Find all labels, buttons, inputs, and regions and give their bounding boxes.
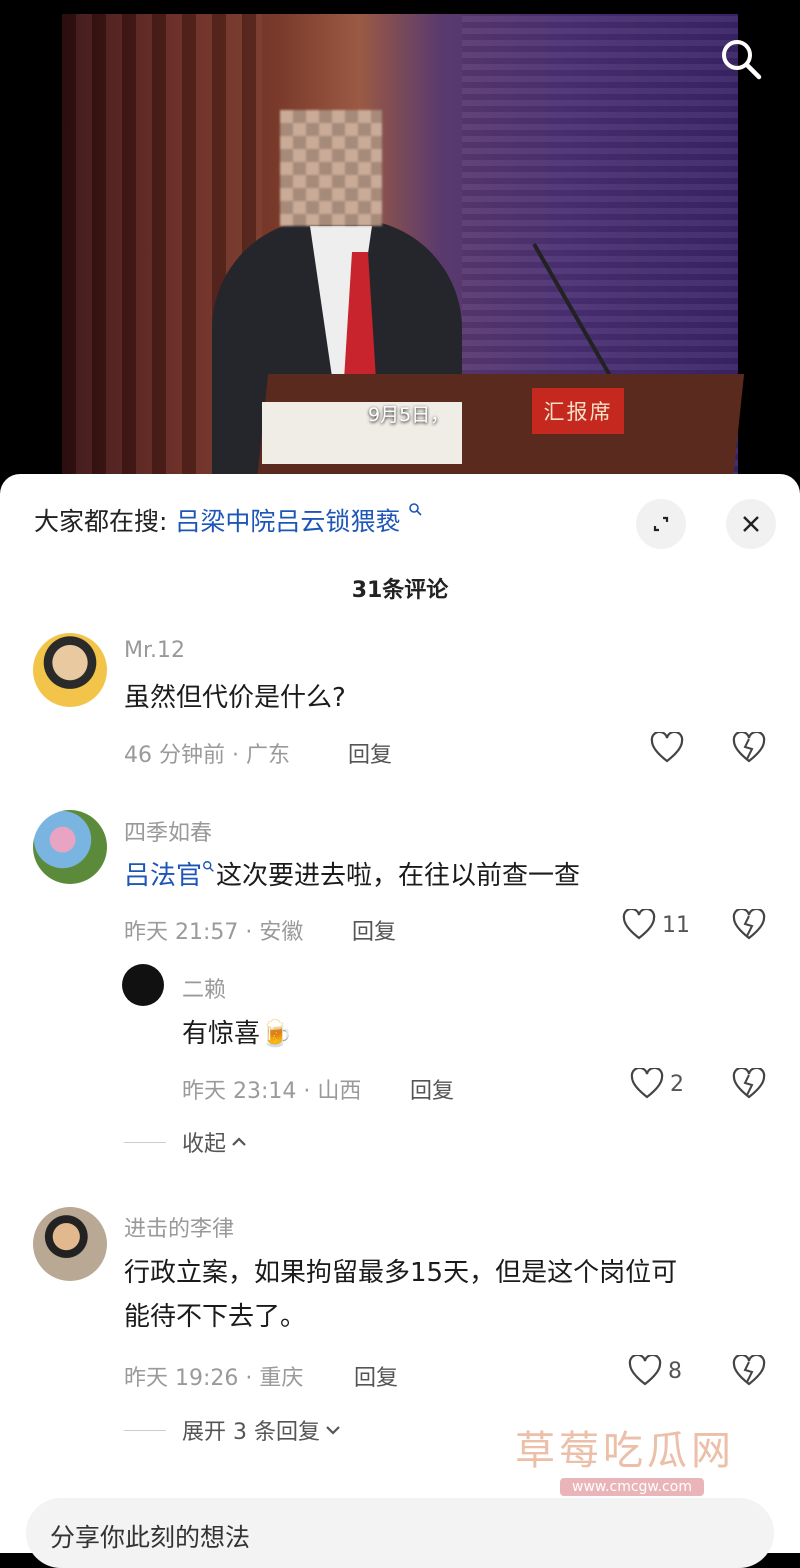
comment-username[interactable]: Mr.12 [124, 638, 185, 663]
video-caption: 9月5日， [368, 404, 450, 426]
comment-sheet: 大家都在搜: 吕梁中院吕云锁猥亵 31条评论 Mr.12 虽然但代价是什么? 4… [0, 474, 800, 1568]
dislike-button[interactable] [732, 1066, 766, 1104]
broken-heart-icon [732, 1353, 766, 1386]
like-count: 11 [662, 912, 690, 938]
broken-heart-icon [732, 730, 766, 763]
expand-button[interactable] [636, 499, 686, 549]
comment-username[interactable]: 四季如春 [124, 815, 212, 847]
collapse-replies-button[interactable]: 收起 [124, 1126, 248, 1158]
reply-button[interactable]: 回复 [352, 914, 396, 946]
search-small-icon [409, 503, 422, 516]
search-small-icon [203, 861, 214, 872]
search-icon [722, 40, 762, 80]
collapse-label: 收起 [182, 1132, 227, 1157]
like-count: 8 [668, 1358, 682, 1384]
mention-link[interactable]: 吕法官 [124, 861, 202, 891]
expand-icon [653, 516, 669, 532]
like-count: 2 [670, 1071, 684, 1097]
podium-sign: 汇报席 [532, 388, 624, 434]
comment-body: 这次要进去啦，在往以前查一查 [216, 861, 581, 891]
like-button[interactable]: 2 [630, 1068, 684, 1100]
comment-text: 虽然但代价是什么? [124, 683, 346, 713]
comment-input[interactable]: 分享你此刻的想法 [26, 1498, 774, 1568]
search-button[interactable] [716, 34, 766, 84]
comment-meta: 昨天 21:57 · 安徽 [124, 920, 304, 945]
heart-icon [630, 1068, 664, 1099]
divider [124, 1429, 166, 1431]
comment-input-placeholder: 分享你此刻的想法 [50, 1523, 251, 1552]
like-button[interactable] [650, 732, 690, 764]
reply-body: 有惊喜 [182, 1019, 261, 1049]
comment-count: 31条评论 [351, 578, 449, 603]
avatar[interactable] [33, 633, 107, 707]
avatar[interactable] [122, 964, 164, 1006]
avatar[interactable] [33, 1207, 107, 1281]
watermark: 草莓吃瓜网 [515, 1428, 735, 1474]
chevron-up-icon [232, 1137, 246, 1146]
close-button[interactable] [726, 499, 776, 549]
dislike-button[interactable] [732, 1353, 766, 1391]
heart-icon [628, 1355, 662, 1386]
like-button[interactable]: 8 [628, 1355, 682, 1387]
heart-icon [622, 909, 656, 940]
reply-button[interactable]: 回复 [354, 1360, 398, 1392]
reply-text: 有惊喜🍺 [182, 1012, 292, 1056]
watermark-url: www.cmcgw.com [560, 1478, 704, 1496]
reply-meta: 昨天 23:14 · 山西 [182, 1079, 362, 1104]
blurred-face [280, 110, 382, 226]
expand-label: 展开 3 条回复 [182, 1420, 320, 1445]
reply-username[interactable]: 二赖 [182, 972, 226, 1004]
dislike-button[interactable] [732, 907, 766, 945]
reply-button[interactable]: 回复 [410, 1073, 454, 1105]
comment-username[interactable]: 进击的李律 [124, 1211, 234, 1243]
trending-label: 大家都在搜: [34, 507, 168, 536]
heart-icon [650, 732, 684, 763]
comment-text: 吕法官 这次要进去啦，在往以前查一查 [124, 854, 580, 898]
divider [124, 1141, 166, 1143]
like-button[interactable]: 11 [622, 909, 690, 941]
comment-line: 能待不下去了。 [124, 1302, 307, 1332]
reply-button[interactable]: 回复 [348, 737, 392, 769]
broken-heart-icon [732, 907, 766, 940]
expand-replies-button[interactable]: 展开 3 条回复 [124, 1414, 342, 1446]
broken-heart-icon [732, 1066, 766, 1099]
video-player[interactable]: 汇报席 9月5日， [0, 0, 800, 490]
trending-query[interactable]: 吕梁中院吕云锁猥亵 [175, 507, 400, 536]
video-frame: 汇报席 9月5日， [62, 14, 745, 490]
dislike-button[interactable] [732, 730, 766, 768]
beer-emoji-icon: 🍺 [260, 1019, 293, 1049]
comment-meta: 昨天 19:26 · 重庆 [124, 1366, 304, 1391]
comment-meta: 46 分钟前 · 广东 [124, 743, 290, 768]
avatar[interactable] [33, 810, 107, 884]
trending-search[interactable]: 大家都在搜: 吕梁中院吕云锁猥亵 [34, 502, 424, 538]
comment-line: 行政立案，如果拘留最多15天，但是这个岗位可 [124, 1258, 678, 1288]
comment-text: 行政立案，如果拘留最多15天，但是这个岗位可 能待不下去了。 [124, 1251, 677, 1339]
chevron-down-icon [326, 1426, 340, 1435]
close-icon [743, 516, 759, 532]
